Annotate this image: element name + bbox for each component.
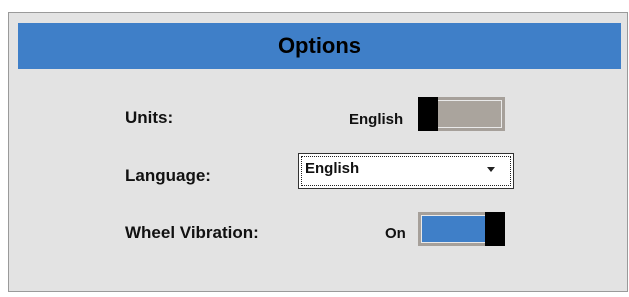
- units-label: Units:: [125, 108, 174, 127]
- wheel-vibration-toggle-fill: [422, 216, 485, 242]
- language-label: Language:: [125, 166, 211, 185]
- options-dialog: Options Units: English Language: English…: [8, 12, 628, 292]
- wheel-vibration-value: On: [385, 225, 406, 242]
- language-dropdown[interactable]: English: [298, 153, 514, 189]
- units-value: English: [349, 111, 404, 128]
- units-toggle-knob[interactable]: [418, 97, 438, 131]
- units-toggle-fill: [438, 101, 501, 127]
- chevron-down-icon: [487, 167, 495, 172]
- wheel-vibration-toggle-knob[interactable]: [485, 212, 505, 246]
- wheel-vibration-label: Wheel Vibration:: [125, 223, 259, 242]
- units-toggle[interactable]: [418, 97, 505, 131]
- language-selected-value: English: [305, 160, 360, 177]
- dialog-title: Options: [277, 33, 362, 58]
- dialog-header: Options: [18, 23, 621, 69]
- wheel-vibration-toggle[interactable]: [418, 212, 505, 246]
